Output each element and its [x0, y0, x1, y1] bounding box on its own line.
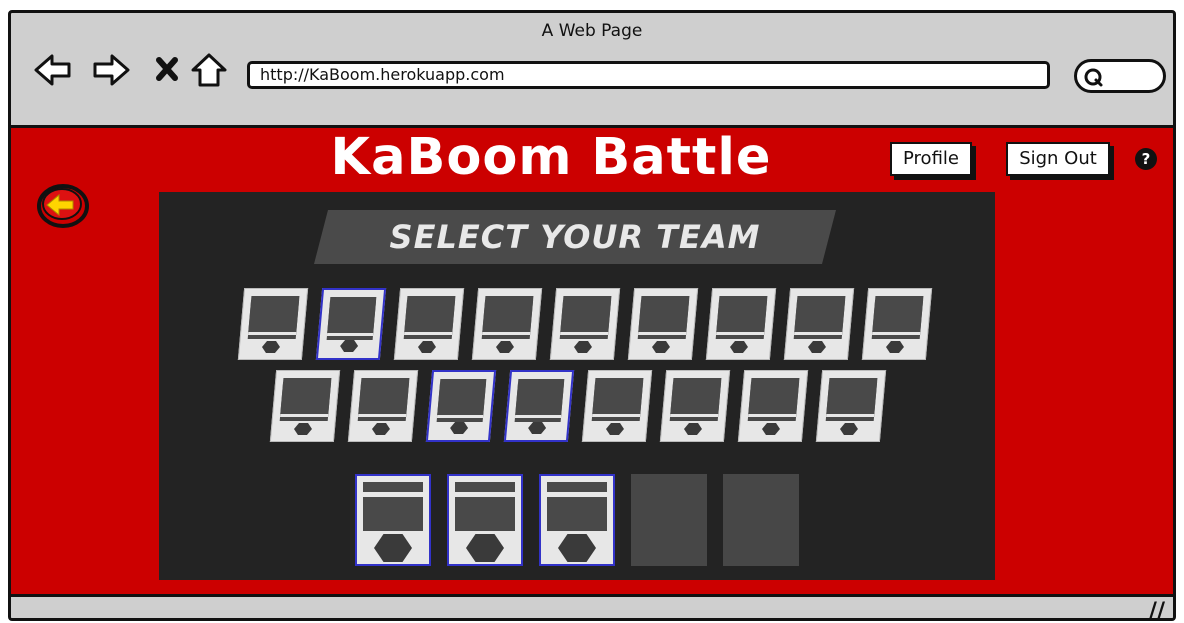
roster-card[interactable]	[737, 370, 809, 442]
roster-card[interactable]	[549, 288, 621, 360]
select-team-banner: SELECT YOUR TEAM	[314, 210, 836, 264]
team-select-panel: SELECT YOUR TEAM	[159, 192, 995, 580]
url-bar[interactable]: http://KaBoom.herokuapp.com	[247, 61, 1050, 89]
roster-card[interactable]	[627, 288, 699, 360]
roster-card[interactable]	[815, 370, 887, 442]
team-slot-filled[interactable]	[447, 474, 523, 566]
roster-card[interactable]	[705, 288, 777, 360]
roster-card[interactable]	[861, 288, 933, 360]
window-title: A Web Page	[541, 21, 643, 41]
roster-card[interactable]	[237, 288, 309, 360]
roster-card-selected[interactable]	[315, 288, 387, 360]
back-arrow-icon[interactable]	[33, 51, 73, 89]
forward-arrow-icon[interactable]	[91, 51, 131, 89]
roster-card[interactable]	[783, 288, 855, 360]
roster-card[interactable]	[581, 370, 653, 442]
back-button[interactable]	[33, 180, 93, 232]
roster-card[interactable]	[347, 370, 419, 442]
team-slot-empty[interactable]	[631, 474, 707, 566]
roster-card[interactable]	[659, 370, 731, 442]
banner-title: SELECT YOUR TEAM	[389, 218, 761, 256]
browser-window: A Web Page http://KaBoom.herokuapp.com K…	[8, 10, 1176, 621]
app-title: KaBoom Battle	[330, 128, 772, 187]
app-content: KaBoom Battle Profile Sign Out ? SELECT …	[11, 125, 1173, 597]
roster-card-selected[interactable]	[425, 370, 497, 442]
help-icon[interactable]: ?	[1135, 148, 1157, 170]
sign-out-button[interactable]: Sign Out	[1006, 142, 1110, 176]
team-slot-filled[interactable]	[355, 474, 431, 566]
roster-card[interactable]	[269, 370, 341, 442]
resize-grip-icon[interactable]: //	[1149, 599, 1165, 618]
home-icon[interactable]	[189, 51, 229, 89]
team-slot-empty[interactable]	[723, 474, 799, 566]
stop-icon[interactable]	[149, 51, 189, 89]
back-arrow-icon	[37, 184, 89, 228]
search-icon	[1084, 68, 1103, 87]
team-slot-filled[interactable]	[539, 474, 615, 566]
profile-button[interactable]: Profile	[890, 142, 972, 176]
roster-card[interactable]	[471, 288, 543, 360]
roster-card-selected[interactable]	[503, 370, 575, 442]
status-bar: //	[11, 597, 1173, 618]
search-box[interactable]	[1074, 59, 1166, 93]
roster-card[interactable]	[393, 288, 465, 360]
